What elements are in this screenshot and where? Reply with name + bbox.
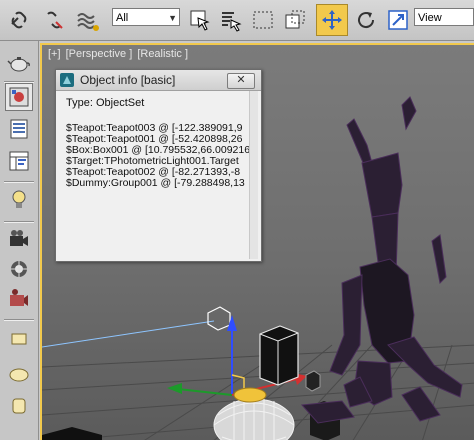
select-and-rotate-icon[interactable]: [350, 4, 382, 36]
selection-filter-dropdown[interactable]: All ▼: [112, 8, 180, 26]
viewport-shading-label[interactable]: [Realistic ]: [137, 48, 188, 60]
gizmo-y-arrow: [167, 383, 182, 394]
3dsmax-logo-icon: [60, 73, 74, 87]
camera-icon[interactable]: [5, 225, 33, 253]
reference-coordinate-value: View: [418, 12, 442, 24]
light-bulb-icon[interactable]: [5, 185, 33, 213]
object-line: $Dummy:Group001 @ [-79.288498,13: [66, 177, 245, 189]
light-target-line: [42, 320, 215, 348]
chevron-down-icon: ▼: [168, 13, 177, 23]
object-type-text: Type: ObjectSet: [66, 97, 145, 109]
dialog-scrollbar[interactable]: [249, 91, 258, 259]
reference-coordinate-dropdown[interactable]: View: [414, 8, 474, 26]
sphere-shape-icon[interactable]: [5, 359, 33, 387]
viewport-menu-label[interactable]: [+]: [48, 48, 61, 60]
selection-filter-value: All: [116, 12, 129, 24]
unlink-icon[interactable]: [38, 4, 70, 36]
main-toolbar: All ▼ View: [0, 0, 474, 41]
light-target-box: [207, 306, 231, 331]
foreground-box-object: [42, 427, 102, 440]
link-icon[interactable]: [4, 4, 36, 36]
render-setup-icon[interactable]: [5, 255, 33, 283]
box-shape-icon[interactable]: [5, 325, 33, 353]
object-list: $Teapot:Teapot003 @ [-122.389091,9 $Teap…: [66, 123, 250, 189]
command-panel-strip: [0, 41, 39, 440]
creature-model: [300, 96, 463, 424]
render-production-icon[interactable]: [5, 285, 33, 313]
bind-spacewarp-icon[interactable]: [72, 4, 104, 36]
select-and-move-icon[interactable]: [316, 4, 348, 36]
dialog-content: Type: ObjectSet $Teapot:Teapot003 @ [-12…: [57, 91, 258, 259]
cylinder-shape-icon[interactable]: [5, 391, 33, 419]
dialog-titlebar[interactable]: Object info [basic] ✕: [56, 70, 261, 91]
teapot-wireframe: [213, 387, 295, 440]
layer-manager-icon[interactable]: [5, 115, 33, 143]
teapot-icon[interactable]: [5, 49, 33, 77]
select-by-name-icon[interactable]: [215, 4, 247, 36]
object-info-dialog: Object info [basic] ✕ Type: ObjectSet $T…: [55, 69, 262, 262]
viewport-view-label[interactable]: [Perspective ]: [66, 48, 133, 60]
track-view-icon[interactable]: [5, 147, 33, 175]
select-and-scale-icon[interactable]: [382, 4, 414, 36]
render-frame-icon[interactable]: [5, 83, 33, 111]
viewport-label[interactable]: [+] [Perspective ] [Realistic ]: [48, 48, 190, 60]
window-crossing-icon[interactable]: [279, 4, 311, 36]
close-button[interactable]: ✕: [227, 73, 255, 89]
gizmo-y-axis: [177, 388, 233, 396]
rectangular-selection-region-icon[interactable]: [247, 4, 279, 36]
select-object-icon[interactable]: [184, 4, 216, 36]
small-box-object: [305, 370, 321, 392]
dialog-title: Object info [basic]: [80, 73, 176, 87]
gizmo-z-arrow: [227, 315, 237, 331]
